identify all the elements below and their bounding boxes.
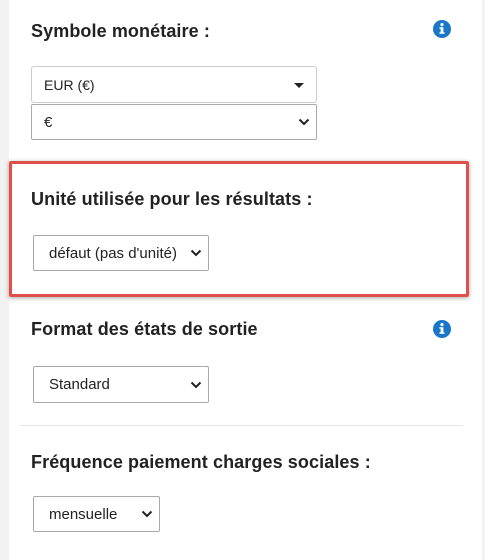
currency-dropdown-value: EUR (€) bbox=[44, 76, 95, 93]
unit-select[interactable]: défaut (pas d'unité) bbox=[33, 235, 209, 271]
section-divider bbox=[20, 425, 463, 426]
currency-info-icon[interactable] bbox=[433, 20, 451, 38]
highlight-frame bbox=[9, 161, 469, 297]
frequency-heading: Fréquence paiement charges sociales : bbox=[31, 452, 371, 472]
chevron-down-icon bbox=[298, 118, 310, 126]
unit-select-value: défaut (pas d'unité) bbox=[49, 244, 177, 262]
format-heading: Format des états de sortie bbox=[31, 319, 258, 339]
format-select[interactable]: Standard bbox=[33, 366, 209, 403]
currency-symbol-select[interactable]: € bbox=[31, 104, 317, 140]
currency-heading: Symbole monétaire : bbox=[31, 21, 210, 41]
chevron-down-icon bbox=[190, 381, 202, 388]
chevron-down-icon bbox=[190, 249, 202, 257]
caret-down-icon bbox=[294, 82, 304, 88]
unit-heading: Unité utilisée pour les résultats : bbox=[31, 189, 313, 209]
frequency-select[interactable]: mensuelle bbox=[33, 496, 160, 532]
settings-panel: Symbole monétaire : EUR (€) € Unité util… bbox=[0, 0, 485, 560]
format-select-value: Standard bbox=[49, 376, 110, 393]
currency-symbol-value: € bbox=[44, 113, 53, 131]
format-info-icon[interactable] bbox=[433, 320, 451, 338]
currency-dropdown[interactable]: EUR (€) bbox=[31, 66, 317, 103]
chevron-down-icon bbox=[141, 510, 153, 518]
left-gutter bbox=[0, 0, 9, 560]
frequency-select-value: mensuelle bbox=[49, 505, 118, 523]
